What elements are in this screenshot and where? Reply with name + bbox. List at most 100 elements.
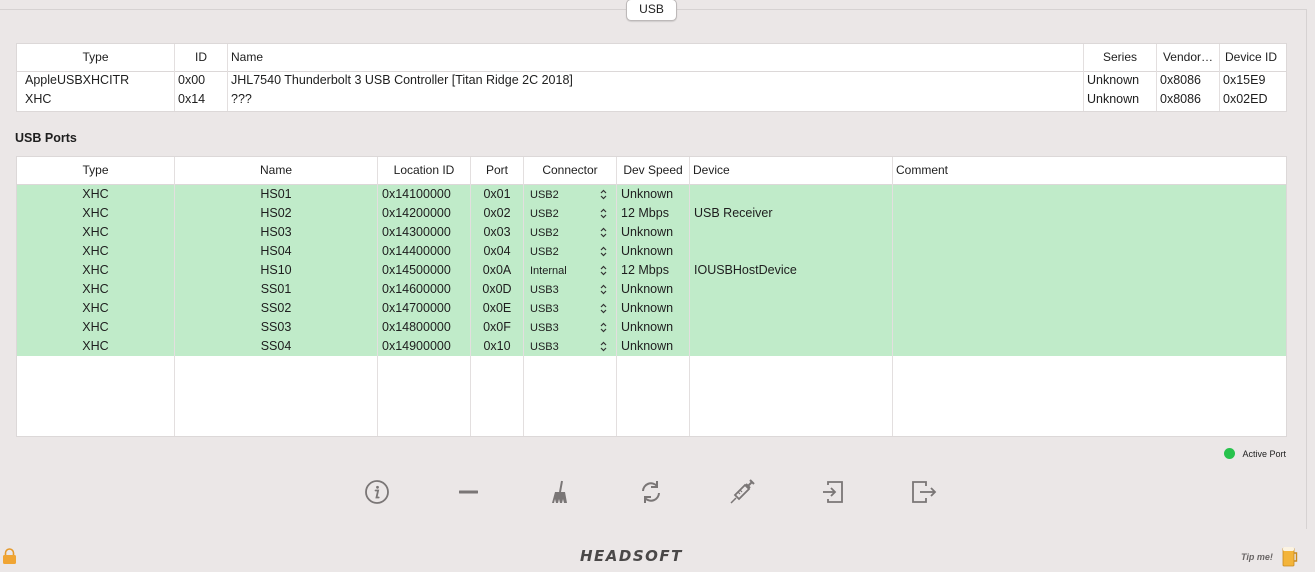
controller-id: 0x14	[178, 92, 206, 106]
port-comment[interactable]	[897, 280, 1277, 299]
port-dev-speed: Unknown	[621, 301, 674, 315]
port-type: XHC	[82, 206, 109, 220]
col-header-device-id[interactable]: Device ID	[1220, 44, 1282, 71]
col-header-connector[interactable]: Connector	[524, 157, 617, 184]
beer-icon[interactable]	[1282, 545, 1298, 567]
port-row[interactable]: XHC HS02 0x14200000 0x02 USB2 12 Mbps USB Rece…	[17, 204, 1286, 223]
port-number: 0x02	[483, 206, 511, 220]
port-number: 0x0E	[482, 301, 512, 315]
controller-series: Unknown	[1087, 73, 1140, 87]
tip-me-link[interactable]: Tip me!	[1241, 552, 1273, 562]
port-comment[interactable]	[897, 185, 1277, 204]
col-header-location-id[interactable]: Location ID	[378, 157, 471, 184]
import-icon[interactable]	[820, 479, 846, 505]
port-dev-speed: Unknown	[621, 244, 674, 258]
col-header-port[interactable]: Port	[471, 157, 524, 184]
connector-select[interactable]: USB2	[524, 185, 616, 204]
port-row[interactable]: XHC SS02 0x14700000 0x0E USB3 Unknown	[17, 299, 1286, 318]
port-number: 0x0D	[482, 282, 512, 296]
col-header-dev-speed[interactable]: Dev Speed	[617, 157, 690, 184]
port-comment[interactable]	[897, 318, 1277, 337]
connector-select[interactable]: USB2	[524, 242, 616, 261]
headsoft-logo[interactable]: HEADSOFT	[580, 547, 683, 565]
col-header-id[interactable]: ID	[175, 44, 228, 71]
port-type: XHC	[82, 339, 109, 353]
port-row[interactable]: XHC SS04 0x14900000 0x10 USB3 Unknown	[17, 337, 1286, 356]
port-number: 0x10	[483, 339, 511, 353]
syringe-icon[interactable]	[729, 479, 755, 505]
col-header-name[interactable]: Name	[231, 44, 1084, 71]
controller-row[interactable]: AppleUSBXHCITR 0x00 JHL7540 Thunderbolt 3 …	[17, 71, 1286, 90]
port-dev-speed: Unknown	[621, 282, 674, 296]
active-port-legend: Active Port	[1224, 448, 1286, 459]
port-name: HS03	[260, 225, 292, 239]
col-header-type[interactable]: Type	[17, 157, 175, 184]
controller-device-id: 0x02ED	[1223, 92, 1268, 106]
broom-icon[interactable]	[547, 479, 573, 505]
connector-select[interactable]: Internal	[524, 261, 616, 280]
port-comment[interactable]	[897, 204, 1277, 223]
port-number: 0x03	[483, 225, 511, 239]
info-icon[interactable]	[364, 479, 390, 505]
port-comment[interactable]	[897, 337, 1277, 356]
port-row[interactable]: XHC HS03 0x14300000 0x03 USB2 Unknown	[17, 223, 1286, 242]
port-comment[interactable]	[897, 242, 1277, 261]
port-location-id: 0x14600000	[382, 282, 451, 296]
chevron-updown-icon	[600, 341, 607, 352]
port-device	[694, 299, 890, 318]
chevron-updown-icon	[600, 303, 607, 314]
connector-select[interactable]: USB3	[524, 280, 616, 299]
port-device: IOUSBHostDevice	[694, 263, 797, 277]
port-device	[694, 242, 890, 261]
connector-select[interactable]: USB3	[524, 299, 616, 318]
connector-select[interactable]: USB3	[524, 337, 616, 356]
port-location-id: 0x14100000	[382, 187, 451, 201]
tab-usb[interactable]: USB	[626, 0, 677, 21]
port-name: HS10	[260, 263, 292, 277]
col-header-name[interactable]: Name	[175, 157, 378, 184]
col-header-series[interactable]: Series	[1084, 44, 1157, 71]
port-name: SS01	[260, 282, 292, 296]
connector-select[interactable]: USB3	[524, 318, 616, 337]
connector-value: USB2	[530, 189, 559, 201]
port-location-id: 0x14900000	[382, 339, 451, 353]
port-dev-speed: 12 Mbps	[621, 206, 669, 220]
port-device	[694, 185, 890, 204]
controller-name: ???	[231, 92, 252, 106]
chevron-updown-icon	[600, 208, 607, 219]
controller-vendor: 0x8086	[1160, 73, 1202, 87]
port-type: XHC	[82, 187, 109, 201]
controller-row[interactable]: XHC 0x14??? Unknown 0x8086 0x02ED	[17, 90, 1286, 109]
port-row[interactable]: XHC SS03 0x14800000 0x0F USB3 Unknown	[17, 318, 1286, 337]
port-location-id: 0x14200000	[382, 206, 451, 220]
usb-ports-table: Type Name Location ID Port Connector Dev…	[16, 156, 1287, 437]
port-type: XHC	[82, 244, 109, 258]
connector-value: USB3	[530, 341, 559, 353]
port-comment[interactable]	[897, 299, 1277, 318]
col-header-vendor[interactable]: Vendor…	[1157, 44, 1220, 71]
port-type: XHC	[82, 263, 109, 277]
col-header-device[interactable]: Device	[693, 157, 893, 184]
port-comment[interactable]	[897, 223, 1277, 242]
connector-value: USB3	[530, 303, 559, 315]
lock-icon[interactable]	[2, 548, 17, 565]
minus-icon[interactable]	[456, 479, 482, 505]
export-icon[interactable]	[911, 479, 937, 505]
port-location-id: 0x14400000	[382, 244, 451, 258]
port-row[interactable]: XHC HS10 0x14500000 0x0A Internal 12 Mbps IOUS…	[17, 261, 1286, 280]
port-row[interactable]: XHC SS01 0x14600000 0x0D USB3 Unknown	[17, 280, 1286, 299]
connector-select[interactable]: USB2	[524, 223, 616, 242]
usb-ports-title: USB Ports	[15, 131, 77, 145]
port-row[interactable]: XHC HS04 0x14400000 0x04 USB2 Unknown	[17, 242, 1286, 261]
connector-select[interactable]: USB2	[524, 204, 616, 223]
port-dev-speed: Unknown	[621, 339, 674, 353]
col-header-type[interactable]: Type	[17, 44, 175, 71]
refresh-icon[interactable]	[638, 479, 664, 505]
controllers-table: Type ID Name Series Vendor… Device ID Ap…	[16, 43, 1287, 112]
port-name: SS03	[260, 320, 292, 334]
port-comment[interactable]	[897, 261, 1277, 280]
port-row[interactable]: XHC HS01 0x14100000 0x01 USB2 Unknown	[17, 185, 1286, 204]
col-header-comment[interactable]: Comment	[896, 157, 1276, 184]
port-name: HS01	[260, 187, 292, 201]
port-number: 0x01	[483, 187, 511, 201]
